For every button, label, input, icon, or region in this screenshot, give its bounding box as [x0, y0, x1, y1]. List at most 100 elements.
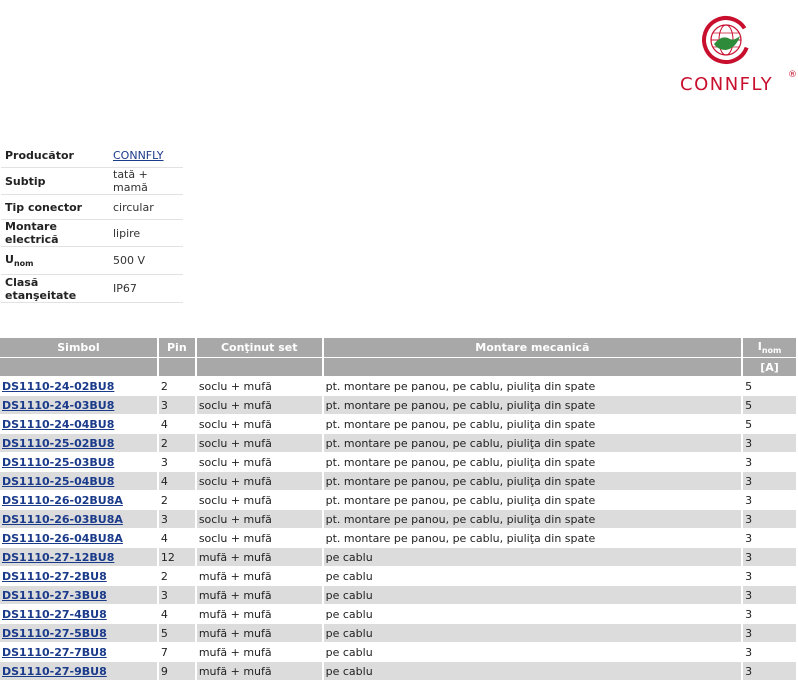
table-row: DS1110-27-5BU8 5 mufă + mufă pe cablu 3	[0, 623, 798, 643]
property-label: Montare electrică	[1, 219, 109, 247]
cell-inom: 5	[742, 395, 798, 415]
cell-set: mufă + mufă	[195, 661, 324, 680]
products-table: Simbol Pin Conţinut set Montare mecanică…	[0, 338, 798, 680]
column-header-set: Conţinut set	[195, 338, 324, 358]
cell-mount: pe cablu	[322, 642, 744, 662]
property-label: Subtip	[1, 167, 109, 195]
property-label: Clasă etanşeitate	[1, 274, 109, 303]
cell-mount: pt. montare pe panou, pe cablu, piuliţa …	[322, 490, 744, 510]
cell-set: soclu + mufă	[195, 395, 324, 415]
logo-wordmark: CONNFLY	[680, 74, 774, 95]
product-symbol-link[interactable]: DS1110-27-3BU8	[2, 589, 107, 602]
cell-mount: pe cablu	[322, 661, 744, 680]
cell-set: soclu + mufă	[195, 471, 324, 491]
cell-pin: 2	[157, 376, 197, 396]
cell-mount: pt. montare pe panou, pe cablu, piuliţa …	[322, 376, 744, 396]
cell-inom: 3	[742, 547, 798, 567]
product-symbol-link[interactable]: DS1110-26-04BU8A	[2, 532, 123, 545]
cell-mount: pt. montare pe panou, pe cablu, piuliţa …	[322, 509, 744, 529]
cell-pin: 3	[157, 395, 197, 415]
column-header-pin: Pin	[157, 338, 197, 358]
cell-symbol: DS1110-27-7BU8	[0, 642, 159, 662]
cell-pin: 5	[157, 623, 197, 643]
cell-symbol: DS1110-24-03BU8	[0, 395, 159, 415]
cell-symbol: DS1110-27-4BU8	[0, 604, 159, 624]
cell-symbol: DS1110-27-5BU8	[0, 623, 159, 643]
cell-inom: 3	[742, 490, 798, 510]
cell-set: soclu + mufă	[195, 452, 324, 472]
cell-symbol: DS1110-26-03BU8A	[0, 509, 159, 529]
cell-pin: 2	[157, 490, 197, 510]
cell-pin: 4	[157, 414, 197, 434]
table-header-row: Simbol Pin Conţinut set Montare mecanică…	[0, 338, 798, 358]
cell-pin: 2	[157, 566, 197, 586]
cell-set: mufă + mufă	[195, 642, 324, 662]
table-row: DS1110-26-02BU8A 2 soclu + mufă pt. montare…	[0, 490, 798, 510]
cell-pin: 9	[157, 661, 197, 680]
product-symbol-link[interactable]: DS1110-25-02BU8	[2, 437, 114, 450]
cell-pin: 3	[157, 509, 197, 529]
table-row: DS1110-25-04BU8 4 soclu + mufă pt. montare …	[0, 471, 798, 491]
cell-symbol: DS1110-24-02BU8	[0, 376, 159, 396]
cell-inom: 3	[742, 528, 798, 548]
property-value: 500 V	[109, 246, 183, 275]
product-symbol-link[interactable]: DS1110-24-03BU8	[2, 399, 114, 412]
cell-inom: 3	[742, 604, 798, 624]
cell-mount: pt. montare pe panou, pe cablu, piuliţa …	[322, 433, 744, 453]
cell-inom: 3	[742, 585, 798, 605]
product-symbol-link[interactable]: DS1110-27-9BU8	[2, 665, 107, 678]
cell-symbol: DS1110-27-12BU8	[0, 547, 159, 567]
cell-pin: 3	[157, 452, 197, 472]
product-symbol-link[interactable]: DS1110-25-04BU8	[2, 475, 114, 488]
cell-inom: 3	[742, 433, 798, 453]
property-label: Producător	[1, 143, 109, 168]
cell-pin: 4	[157, 604, 197, 624]
manufacturer-link[interactable]: CONNFLY	[113, 149, 164, 162]
column-header-mount: Montare mecanică	[322, 338, 744, 358]
property-row: Clasă etanşeitate IP67	[1, 274, 183, 303]
column-header-inom: Inom	[742, 338, 798, 358]
cell-mount: pt. montare pe panou, pe cablu, piuliţa …	[322, 528, 744, 548]
product-symbol-link[interactable]: DS1110-26-02BU8A	[2, 494, 123, 507]
table-row: DS1110-27-4BU8 4 mufă + mufă pe cablu 3	[0, 604, 798, 624]
cell-symbol: DS1110-25-04BU8	[0, 471, 159, 491]
product-symbol-link[interactable]: DS1110-25-03BU8	[2, 456, 114, 469]
column-unit-inom: [A]	[742, 357, 798, 377]
product-symbol-link[interactable]: DS1110-26-03BU8A	[2, 513, 123, 526]
cell-mount: pe cablu	[322, 623, 744, 643]
cell-mount: pt. montare pe panou, pe cablu, piuliţa …	[322, 414, 744, 434]
cell-mount: pt. montare pe panou, pe cablu, piuliţa …	[322, 471, 744, 491]
cell-symbol: DS1110-26-04BU8A	[0, 528, 159, 548]
product-symbol-link[interactable]: DS1110-24-02BU8	[2, 380, 114, 393]
cell-symbol: DS1110-25-02BU8	[0, 433, 159, 453]
cell-inom: 3	[742, 509, 798, 529]
property-value: tată + mamă	[109, 167, 183, 195]
product-symbol-link[interactable]: DS1110-27-12BU8	[2, 551, 114, 564]
cell-set: soclu + mufă	[195, 433, 324, 453]
product-symbol-link[interactable]: DS1110-27-2BU8	[2, 570, 107, 583]
cell-set: mufă + mufă	[195, 604, 324, 624]
cell-symbol: DS1110-27-3BU8	[0, 585, 159, 605]
table-unit-row: [A]	[0, 357, 798, 377]
property-row: Subtip tată + mamă	[1, 167, 183, 195]
cell-mount: pe cablu	[322, 585, 744, 605]
cell-mount: pe cablu	[322, 604, 744, 624]
table-row: DS1110-27-12BU8 12 mufă + mufă pe cablu 3	[0, 547, 798, 567]
product-symbol-link[interactable]: DS1110-27-5BU8	[2, 627, 107, 640]
cell-inom: 3	[742, 452, 798, 472]
properties-table: Producător CONNFLY Subtip tată + mamă Ti…	[1, 143, 183, 303]
table-row: DS1110-27-9BU8 9 mufă + mufă pe cablu 3	[0, 661, 798, 680]
cell-symbol: DS1110-24-04BU8	[0, 414, 159, 434]
table-row: DS1110-27-3BU8 3 mufă + mufă pe cablu 3	[0, 585, 798, 605]
cell-inom: 3	[742, 471, 798, 491]
property-row: Unom 500 V	[1, 246, 183, 275]
cell-inom: 3	[742, 566, 798, 586]
table-row: DS1110-26-03BU8A 3 soclu + mufă pt. montare…	[0, 509, 798, 529]
cell-set: mufă + mufă	[195, 585, 324, 605]
cell-inom: 5	[742, 414, 798, 434]
property-value: IP67	[109, 274, 183, 303]
product-symbol-link[interactable]: DS1110-24-04BU8	[2, 418, 114, 431]
product-symbol-link[interactable]: DS1110-27-4BU8	[2, 608, 107, 621]
property-row: Producător CONNFLY	[1, 143, 183, 168]
product-symbol-link[interactable]: DS1110-27-7BU8	[2, 646, 107, 659]
